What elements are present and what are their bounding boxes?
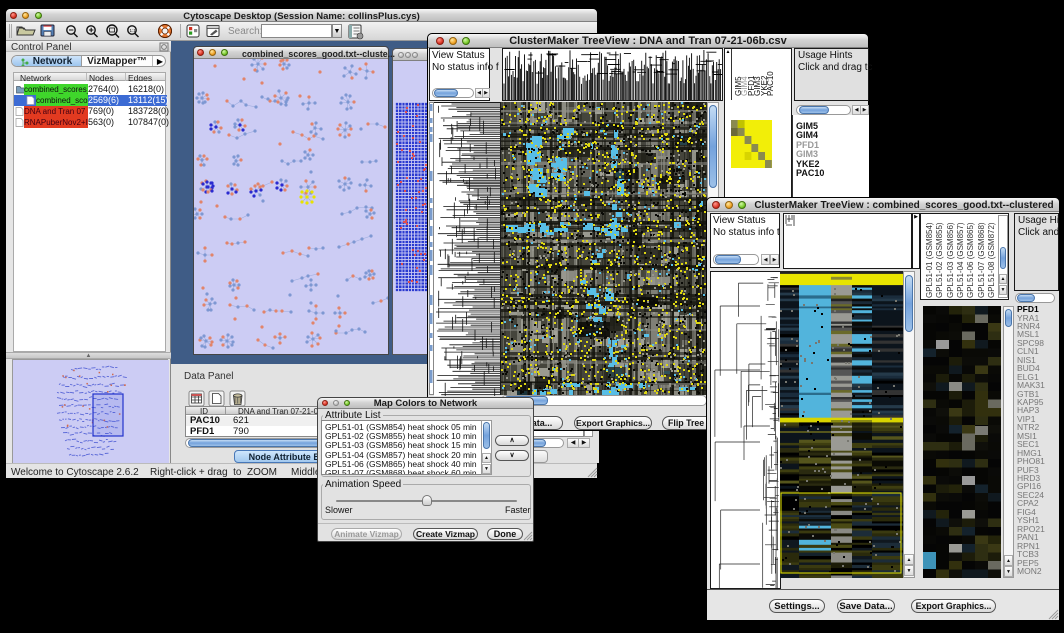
svg-text:1:1: 1:1 (130, 28, 137, 33)
